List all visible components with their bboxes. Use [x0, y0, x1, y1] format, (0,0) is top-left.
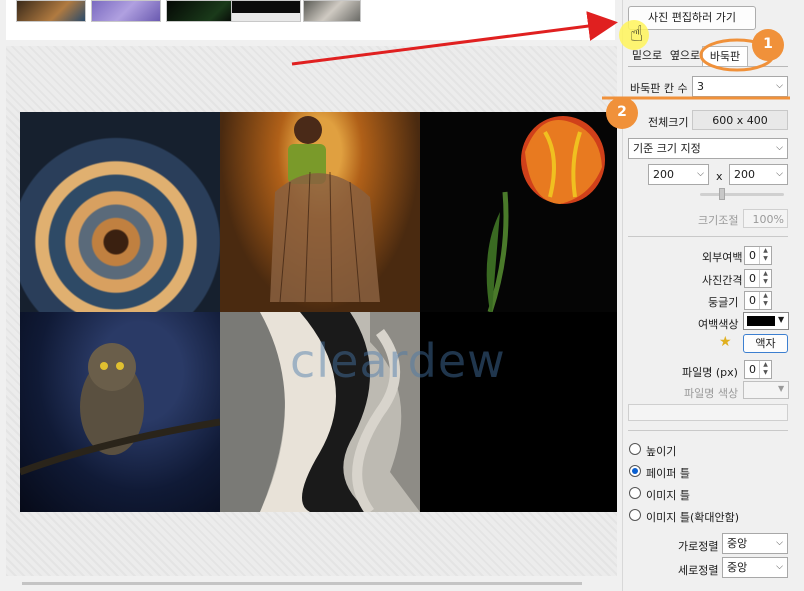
tab-underline	[628, 66, 788, 67]
star-icon: ★	[719, 334, 732, 350]
radio-image-frame-label[interactable]: 이미지 틀	[646, 487, 690, 503]
outer-margin-value: 0	[749, 249, 756, 262]
vertical-align-label: 세로정렬	[678, 564, 719, 577]
frame-button[interactable]: 액자	[743, 334, 788, 353]
horizontal-scrollbar[interactable]	[22, 582, 582, 585]
margin-color-label: 여백색상	[698, 318, 739, 331]
step-1-label: 1	[763, 36, 773, 52]
outer-margin-label: 외부여백	[702, 251, 743, 264]
stepper-icon[interactable]: ▲ ▼	[759, 292, 771, 309]
thumbnail-strip	[6, 0, 615, 40]
size-slider-track[interactable]	[700, 193, 784, 196]
thumbnail-black[interactable]	[231, 0, 301, 22]
filename-color-picker[interactable]: ▼	[743, 381, 789, 399]
grid-columns-label: 바둑판 칸 수	[630, 82, 688, 95]
owl-art	[20, 343, 220, 476]
photo-owl	[20, 312, 220, 512]
thumbnail-dark[interactable]	[166, 0, 236, 22]
width-select[interactable]: 200 ⌵	[648, 164, 709, 185]
height-value: 200	[734, 168, 755, 181]
width-value: 200	[653, 168, 674, 181]
divider	[628, 430, 788, 431]
stepper-icon[interactable]: ▲ ▼	[759, 247, 771, 264]
horizontal-align-label: 가로정렬	[678, 540, 719, 553]
photo-gap-value: 0	[749, 272, 756, 285]
radio-paper-frame[interactable]	[629, 465, 641, 477]
radio-image-frame-no-zoom-label[interactable]: 이미지 틀(확대안함)	[646, 509, 739, 525]
chevron-down-icon: ⌵	[776, 81, 783, 91]
divider	[628, 236, 788, 237]
hand-cursor-icon: ☝	[630, 22, 644, 47]
outer-margin-input[interactable]: 0 ▲ ▼	[744, 246, 772, 265]
margin-color-picker[interactable]: ▼	[743, 312, 789, 330]
grid-columns-select[interactable]: 3 ⌵	[692, 76, 788, 97]
collage-preview: cleardew	[20, 112, 617, 512]
watermark-text: cleardew	[290, 334, 506, 388]
stepper-icon[interactable]: ▲ ▼	[759, 361, 771, 378]
photo-boy-with-basket	[220, 112, 420, 312]
chevron-down-icon: ⌵	[776, 562, 783, 572]
photo-gap-input[interactable]: 0 ▲ ▼	[744, 269, 772, 288]
color-swatch	[747, 316, 775, 326]
chevron-down-icon: ▼	[778, 384, 785, 393]
chevron-down-icon: ▼	[778, 315, 785, 324]
chevron-down-icon: ⌵	[776, 143, 783, 153]
boy-basket-art	[270, 116, 380, 303]
chevron-down-icon: ⌵	[776, 538, 783, 548]
horizontal-align-value: 중앙	[727, 537, 748, 550]
horizontal-align-select[interactable]: 중앙 ⌵	[722, 533, 788, 554]
size-slider-thumb[interactable]	[719, 188, 725, 200]
rounding-input[interactable]: 0 ▲ ▼	[744, 291, 772, 310]
filename-px-input[interactable]: 0 ▲ ▼	[744, 360, 772, 379]
size-mode-select[interactable]: 기준 크기 지정 ⌵	[628, 138, 788, 159]
photo-spiral-staircase	[20, 112, 220, 312]
total-size-label: 전체크기	[648, 116, 689, 129]
filename-px-label: 파일명 (px)	[682, 366, 738, 379]
scale-label: 크기조절	[698, 214, 739, 227]
thumbnail-spiral[interactable]	[16, 0, 86, 22]
chevron-down-icon: ⌵	[776, 169, 783, 179]
rounding-label: 둥글기	[708, 296, 739, 309]
rounding-value: 0	[749, 294, 756, 307]
radio-image-frame[interactable]	[629, 487, 641, 499]
tulip-art	[486, 116, 605, 312]
size-separator: x	[716, 170, 723, 183]
radio-fit-raise[interactable]	[629, 443, 641, 455]
thumbnail-purple[interactable]	[91, 0, 161, 22]
height-select[interactable]: 200 ⌵	[729, 164, 788, 185]
go-edit-photo-button[interactable]: 사진 편집하러 가기	[628, 6, 756, 30]
step-2-label: 2	[617, 104, 627, 120]
filename-preview-field	[628, 404, 788, 421]
tab-vertical[interactable]: 밑으로	[628, 46, 666, 66]
photo-tulip	[420, 112, 617, 312]
scale-field[interactable]: 100%	[743, 209, 788, 228]
total-size-value: 600 x 400	[692, 110, 788, 130]
grid-columns-value: 3	[697, 80, 704, 93]
photo-gap-label: 사진간격	[702, 274, 743, 287]
tab-grid[interactable]: 바둑판	[702, 46, 748, 66]
tab-horizontal[interactable]: 옆으로	[668, 46, 702, 66]
vertical-align-value: 중앙	[727, 561, 748, 574]
stepper-icon[interactable]: ▲ ▼	[759, 270, 771, 287]
thumbnail-gray-waves[interactable]	[303, 0, 361, 22]
workspace: cleardew	[0, 0, 622, 591]
chevron-down-icon: ⌵	[697, 169, 704, 179]
vertical-align-select[interactable]: 중앙 ⌵	[722, 557, 788, 578]
size-mode-value: 기준 크기 지정	[633, 142, 701, 155]
filename-color-label: 파일명 색상	[684, 387, 739, 400]
radio-paper-frame-label[interactable]: 페이퍼 틀	[646, 465, 690, 481]
radio-image-frame-no-zoom[interactable]	[629, 509, 641, 521]
filename-px-value: 0	[749, 363, 756, 376]
radio-fit-raise-label[interactable]: 높이기	[646, 443, 676, 459]
